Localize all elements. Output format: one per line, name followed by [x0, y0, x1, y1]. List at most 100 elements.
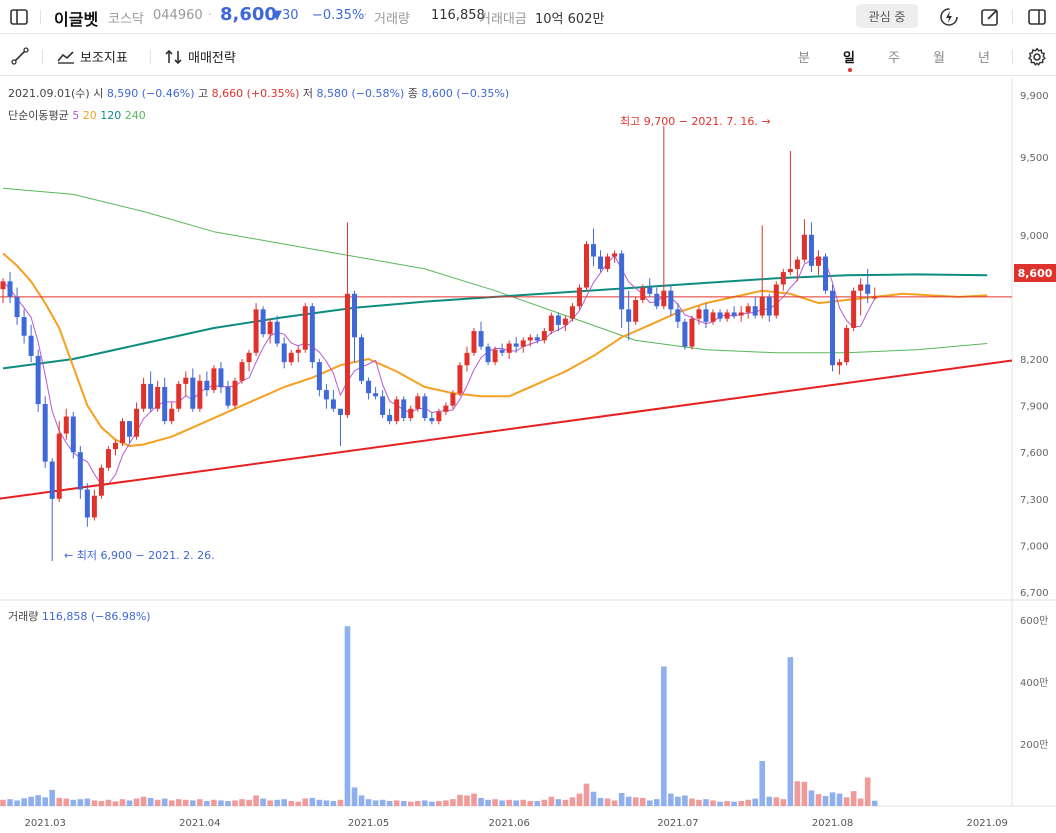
candle-body: [450, 393, 456, 406]
volume-bar: [738, 801, 744, 806]
volume-bar: [365, 799, 372, 806]
volume-bar: [133, 798, 140, 806]
candle-body: [766, 296, 772, 316]
candle-body: [640, 287, 646, 301]
volume-bar: [541, 799, 548, 806]
volume-bar: [590, 791, 597, 806]
volume-bar: [316, 799, 323, 806]
volume-legend-value: 116,858 (−86.98%): [41, 610, 151, 623]
candle-body: [555, 315, 561, 325]
candle-body: [232, 380, 238, 406]
close-label: 종: [407, 87, 418, 100]
time-axis-label: 2021.04: [179, 818, 220, 829]
candle-body: [541, 331, 547, 341]
candle-body: [562, 318, 568, 325]
moving-average-legend[interactable]: 단순이동평균 5 20 120 240: [8, 107, 146, 123]
candle-body: [591, 244, 597, 257]
candle-body: [872, 296, 878, 299]
volume-bar: [232, 800, 238, 806]
volume-bar: [548, 796, 555, 806]
candle-body: [98, 467, 104, 496]
ma240-label: 240: [124, 109, 146, 122]
volume-bar: [182, 799, 189, 806]
open-value: 8,590 (−0.46%): [106, 87, 195, 100]
candle-body: [858, 284, 864, 291]
volume-bar: [98, 801, 105, 806]
candle-body: [633, 300, 639, 322]
candle-body: [443, 405, 449, 412]
candle-body: [626, 309, 632, 322]
volume-bar: [56, 797, 63, 806]
volume-bar: [70, 799, 77, 806]
volume-bar: [576, 793, 583, 806]
volume-bar: [253, 795, 259, 806]
volume-bar: [175, 799, 182, 806]
candle-body: [394, 399, 400, 422]
candle-body: [464, 352, 470, 366]
high-value: 8,660 (+0.35%): [211, 87, 300, 100]
candle-body: [281, 343, 287, 363]
candle-body: [42, 404, 48, 462]
volume-bar: [464, 795, 470, 806]
volume-bar: [7, 799, 13, 806]
price-chart[interactable]: 9,900 9,500 9,000 8,200 7,900 7,600 7,300 7,000…: [0, 0, 1056, 833]
volume-bar: [689, 798, 695, 806]
candle-body: [211, 368, 217, 391]
candle-body: [288, 352, 294, 363]
candle-body: [267, 321, 273, 335]
price-axis-tick: 6,700: [1020, 588, 1049, 599]
volume-bar: [119, 799, 126, 806]
ma5-line: [2, 255, 876, 485]
high-annotation: 최고 9,700 − 2021. 7. 16. →: [620, 115, 771, 128]
price-axis-tick: 8,200: [1020, 355, 1049, 366]
ma-legend-label: 단순이동평균: [8, 109, 69, 122]
volume-bar: [28, 796, 34, 806]
volume-bar: [204, 801, 210, 806]
volume-bar: [520, 799, 527, 806]
volume-bar: [21, 798, 27, 806]
candle-body: [844, 327, 850, 363]
volume-bar: [780, 799, 787, 806]
volume-bar: [661, 666, 667, 806]
volume-bar: [653, 799, 660, 806]
candle-body: [682, 321, 688, 347]
candle-body: [204, 380, 210, 391]
volume-bar: [682, 795, 688, 806]
candle-body: [28, 335, 34, 356]
price-axis-tick: 9,000: [1020, 231, 1049, 242]
volume-bar: [295, 801, 302, 806]
candle-body: [506, 343, 512, 353]
candle-body: [808, 234, 814, 266]
volume-bar: [443, 800, 449, 806]
volume-bar: [330, 801, 337, 806]
candle-body: [352, 293, 357, 338]
candle-body: [84, 489, 90, 518]
volume-bar: [829, 792, 836, 806]
candle-body: [408, 408, 414, 419]
candle-body: [717, 312, 723, 319]
candle-body: [830, 290, 836, 366]
volume-bar: [815, 794, 822, 806]
candle-body: [134, 408, 140, 437]
candle-body: [380, 396, 386, 415]
candle-body: [471, 331, 477, 353]
volume-legend-label: 거래량: [8, 610, 39, 623]
time-axis-label: 2021.06: [488, 818, 529, 829]
volume-bar: [77, 799, 84, 806]
candle-body: [56, 433, 62, 499]
candle-body: [478, 331, 484, 347]
volume-bar: [759, 761, 766, 806]
candle-body: [14, 296, 20, 318]
volume-bar: [639, 797, 646, 806]
candle-body: [675, 309, 681, 322]
volume-bar: [457, 794, 463, 806]
candle-body: [598, 256, 604, 269]
volume-bar: [745, 799, 751, 806]
volume-bar: [632, 797, 639, 806]
volume-bar: [147, 797, 154, 806]
candle-body: [359, 337, 365, 381]
time-axis-label: 2021.09: [967, 818, 1008, 829]
candle-body: [415, 396, 421, 409]
volume-bar: [351, 787, 358, 806]
ohlc-readout: 2021.09.01(수) 시 8,590 (−0.46%) 고 8,660 (…: [8, 85, 509, 101]
